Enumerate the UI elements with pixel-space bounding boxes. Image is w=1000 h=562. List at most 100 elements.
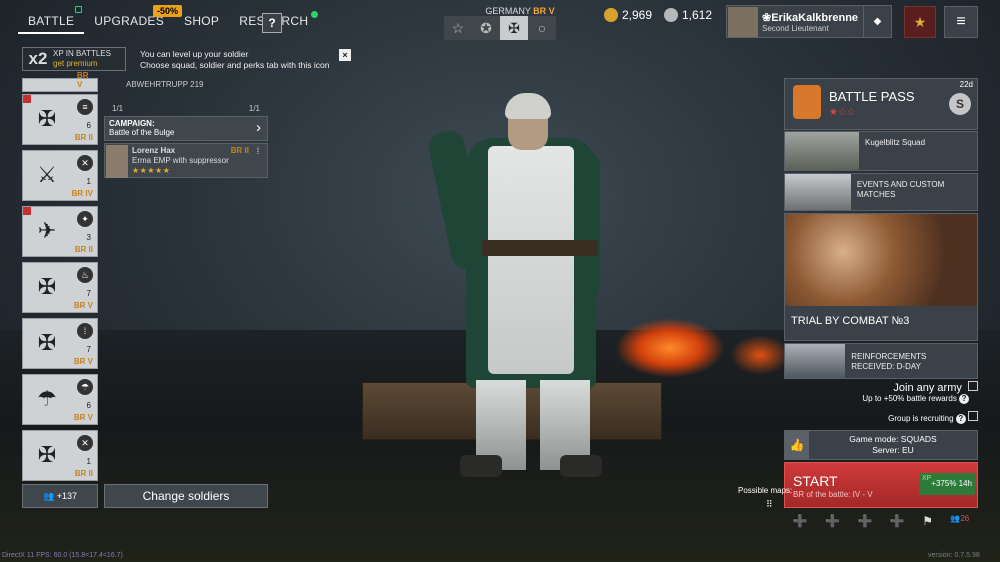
squad-card[interactable]: ☂ ☂ 6 BR V [22,374,98,425]
squad-emblem-icon: ✠ [37,274,57,299]
soldier-avatar [106,145,128,178]
reserve-button[interactable]: 👥 +137 [22,484,98,508]
squad-card[interactable]: ✈ ✦ 3 BR II [22,206,98,257]
menu-icon[interactable]: ≡ [944,6,978,38]
tip-text: You can level up your soldier Choose squa… [140,49,330,70]
join-checkbox[interactable] [968,381,978,391]
add-friend-icon[interactable]: ➕ [890,514,905,528]
possible-maps[interactable]: Possible maps: [738,486,792,496]
squad-class-icon: ✕ [77,155,93,171]
star-circle-icon[interactable]: ✪ [472,16,500,40]
flag-icon[interactable]: ⚑ [922,514,933,528]
maps-menu-icon[interactable]: ⠿ [766,499,773,510]
squad-emblem-icon: ✈ [37,218,57,243]
fire [730,335,790,375]
change-soldiers-button[interactable]: Change soldiers [104,484,268,508]
squad-card[interactable]: ✠ ⁞ 7 BR V [22,318,98,369]
squad-class-icon: ⁞ [77,323,93,339]
squad-class-icon: ≡ [77,99,93,115]
squad-card[interactable]: ⚔ ✕ 1 BR IV [22,150,98,201]
sale-badge: -50% [153,5,183,17]
event-card-custom-matches[interactable]: EVENTS AND CUSTOM MATCHES [784,173,978,211]
xp-premium-banner[interactable]: x2 XP IN BATTLES get premium [22,47,126,71]
silver-currency[interactable]: 1,612 [664,8,712,22]
soldier-belt [482,240,598,256]
event-thumbnail [785,174,851,210]
avatar [728,6,758,37]
combat-artwork [785,214,977,308]
rank-star-icon[interactable]: ★ [904,6,936,38]
squad-emblem-icon: ⚔ [37,162,57,187]
squad-class-icon: ✕ [77,435,93,451]
soldier-boot [560,455,602,477]
slots-right: 1/1 [248,104,260,113]
soldier-smock [488,146,574,374]
squad-class-icon: ♨ [77,267,93,283]
squad-class-icon: ✦ [77,211,93,227]
season-coin-icon: S [949,93,971,115]
event-card-kugelblitz[interactable]: Kugelblitz Squad [784,131,978,171]
balkenkreuz-icon[interactable]: ✠ [500,16,528,40]
profile-panel[interactable]: ❀ErikaKalkbrenner Second Lieutenant ◆ [726,5,892,38]
thumbs-up-icon[interactable]: 👍 [785,431,809,459]
xp-multiplier: x2 [28,49,48,68]
chevron-right-icon: › [256,119,261,136]
help-icon[interactable]: ? [955,414,966,424]
soldiers-icon: 👥 [42,491,55,501]
join-any-army[interactable]: Join any army [800,381,978,394]
help-icon[interactable]: ? [959,394,970,404]
soldier-name: Lorenz Hax [132,146,176,155]
star-outline-icon[interactable]: ☆ [444,16,472,40]
tank-thumbnail [785,132,859,170]
soldier-weapon: Erma EMP with suppressor [132,156,229,165]
fps-counter: DirectX 11 FPS: 60.0 (15.8<17.4<16.7) [2,552,123,559]
version-text: version: 0.7.5.98 [928,552,980,559]
player-name: ❀ErikaKalkbrenner [762,11,858,24]
squad-emblem-icon: ✠ [37,106,57,131]
squad-header: ABWEHRTRUPP 219 1/1 1/1 [104,78,268,116]
diamond-icon[interactable]: ◆ [863,5,891,38]
add-friend-icon[interactable]: ➕ [857,514,872,528]
group-recruiting[interactable]: Group is recruiting ? [800,411,978,424]
squad-emblem-icon: ✠ [37,442,57,467]
trial-by-combat-card[interactable]: TRIAL BY COMBAT №3 [784,213,978,341]
slots-left: 1/1 [112,104,124,113]
nation-title: GERMANY BR V [485,6,555,16]
tab-shop[interactable]: SHOP [174,8,229,34]
soldier-br: BR II [230,146,249,155]
battle-pass-icon [793,85,821,119]
add-friend-icon[interactable]: ➕ [825,514,840,528]
game-mode-panel[interactable]: 👍 Game mode: SQUADS Server: EU [784,430,978,460]
fire [615,318,725,378]
battle-pass-card[interactable]: BATTLE PASS ★☆☆ 22d S [784,78,978,130]
help-button[interactable]: ? [262,13,282,33]
tab-battle[interactable]: BATTLE [18,6,85,34]
circle-icon[interactable]: ○ [528,16,556,40]
gold-currency[interactable]: 2,969 [604,8,652,22]
soldier-hat [505,93,551,119]
gold-coin-icon [604,8,618,22]
reinforcements-card[interactable]: REINFORCEMENTS RECEIVED: D-DAY [784,343,978,379]
nation-selector: ☆ ✪ ✠ ○ [444,16,556,40]
xp-text: XP IN BATTLES [53,49,111,58]
squad-emblem-icon: ✠ [37,330,57,355]
squad-emblem-icon: ☂ [37,386,57,411]
close-icon[interactable]: × [339,49,351,61]
campaign-selector[interactable]: CAMPAIGN: Battle of the Bulge › [104,116,268,141]
soldier-card[interactable]: Lorenz Hax Erma EMP with suppressor ★★★★… [104,143,268,178]
add-friend-icon[interactable]: ➕ [793,514,808,528]
soldier-boot [460,455,502,477]
join-bonus-text: Up to +50% battle rewards ? [800,394,978,404]
squad-card[interactable]: BR V [22,71,98,92]
start-button[interactable]: START BR of the battle: IV - V XP +375% 1… [784,462,978,508]
squad-invite-bar: ➕ ➕ ➕ ➕ ⚑ 👥26 [784,514,978,528]
squad-card[interactable]: ✠ ✕ 1 BR II [22,430,98,481]
get-premium-link[interactable]: get premium [53,59,97,68]
squad-name: ABWEHRTRUPP 219 [126,80,204,89]
silver-coin-icon [664,8,678,22]
player-rank: Second Lieutenant [762,23,829,33]
squad-card[interactable]: ✠ ≡ 6 BR II [22,94,98,145]
recruiting-checkbox[interactable] [968,411,978,421]
group-icon[interactable]: 👥26 [950,514,969,528]
squad-card[interactable]: ✠ ♨ 7 BR V [22,262,98,313]
